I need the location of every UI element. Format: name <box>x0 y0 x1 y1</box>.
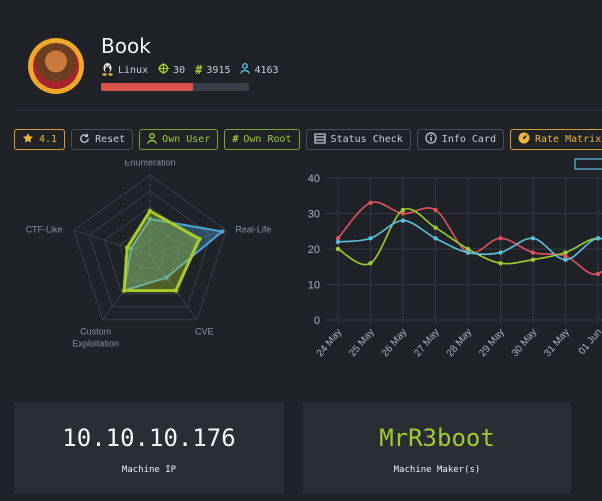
series-point <box>400 207 406 213</box>
series-line <box>337 201 602 276</box>
machine-maker-card: MrR3boot Machine Maker(s) <box>303 402 571 494</box>
own-root-button[interactable]: # Own Root <box>224 129 300 150</box>
series-point <box>595 271 601 277</box>
series-point <box>368 236 373 241</box>
x-tick-label: 27 May <box>412 327 442 359</box>
machine-maker-label: Machine Maker(s) <box>393 465 481 475</box>
own-user-label: Own User <box>162 134 211 145</box>
machine-progress-fill <box>101 83 193 91</box>
machine-avatar-image <box>33 43 79 89</box>
radar-axis-label: CVE <box>195 326 214 336</box>
series-point <box>563 257 568 262</box>
y-tick-label: 0 <box>314 315 320 327</box>
reset-button[interactable]: Reset <box>71 129 134 150</box>
machine-toolbar: 4.1 Reset Own User # Own Root Status Che… <box>14 129 602 150</box>
rate-matrix-button[interactable]: Rate Matrix <box>509 129 602 150</box>
target-icon <box>158 63 170 77</box>
linux-icon <box>101 62 114 79</box>
series-line <box>337 207 602 266</box>
own-user-button[interactable]: Own User <box>139 129 219 150</box>
gauge-icon <box>518 132 530 147</box>
radar-point <box>197 236 202 242</box>
user-icon <box>240 63 251 77</box>
user-icon <box>147 132 157 147</box>
series-point <box>595 236 601 241</box>
own-root-label: Own Root <box>243 134 292 145</box>
x-tick-label: 26 May <box>380 327 410 359</box>
radar-axis-label: Custom Exploitation <box>72 326 119 348</box>
series-point <box>530 257 536 262</box>
activity-line-chart: 0 10 20 30 40 24 May 25 May 26 May 27 May 28 May 2… <box>308 158 602 359</box>
series-point <box>433 207 438 213</box>
os-label: Linux <box>118 64 149 76</box>
info-card-button[interactable]: Info Card <box>416 129 504 150</box>
system-owns-value: 3915 <box>206 64 231 76</box>
section-divider <box>14 110 602 111</box>
series-point <box>335 246 341 252</box>
series-point <box>465 250 471 255</box>
series-point <box>400 218 406 223</box>
series-point <box>563 250 568 255</box>
series-point <box>433 225 438 230</box>
x-tick-label: 30 May <box>510 327 540 359</box>
series-point <box>498 261 503 266</box>
user-owns-value: 4163 <box>254 64 279 76</box>
radar-series-area <box>122 208 202 293</box>
y-tick-label: 20 <box>308 244 320 256</box>
machine-maker-value[interactable]: MrR3boot <box>303 424 571 452</box>
radar-point <box>220 229 225 234</box>
machine-ip-card: 10.10.10.176 Machine IP <box>14 402 284 494</box>
rating-value: 4.1 <box>39 134 58 145</box>
avatar <box>28 38 84 94</box>
rate-matrix-radar-chart: Enumeration Real-Life CVE Custom Exploitatio… <box>26 160 272 348</box>
x-tick-label: 31 May <box>542 327 572 359</box>
y-tick-label: 40 <box>308 173 320 185</box>
series-point <box>530 250 536 255</box>
machine-progress-bar <box>101 83 249 91</box>
x-tick-label: 28 May <box>445 327 475 359</box>
rating-button[interactable]: 4.1 <box>14 129 66 150</box>
info-card-label: Info Card <box>441 134 496 145</box>
series-point <box>433 236 438 241</box>
hash-icon: # <box>195 63 203 77</box>
hash-icon: # <box>232 134 239 145</box>
radar-point <box>147 208 153 214</box>
series-point <box>498 236 503 241</box>
machine-stats: Linux 30 # 3915 4163 <box>101 62 279 78</box>
x-tick-label: 25 May <box>347 327 377 359</box>
info-icon <box>425 132 437 147</box>
series-point <box>368 200 373 206</box>
series-point <box>498 250 503 255</box>
series-point <box>335 239 341 245</box>
radar-axis-label: CTF-Like <box>26 225 63 235</box>
x-tick-label: 24 May <box>315 327 345 359</box>
y-tick-label: 10 <box>308 280 320 292</box>
legend-box <box>574 158 602 170</box>
points-value: 30 <box>173 64 186 76</box>
x-tick-label: 29 May <box>477 327 507 359</box>
radar-axis-label: Enumeration <box>124 160 175 167</box>
series-point <box>530 236 536 241</box>
refresh-icon <box>79 133 90 147</box>
star-icon <box>22 132 34 147</box>
radar-point <box>124 245 130 250</box>
radar-point <box>173 288 179 293</box>
machine-ip-label: Machine IP <box>121 465 177 475</box>
x-tick-label: 01 Jun <box>577 327 602 357</box>
status-check-label: Status Check <box>330 134 403 145</box>
server-icon <box>313 132 326 147</box>
rate-matrix-label: Rate Matrix <box>534 134 602 145</box>
machine-ip-value[interactable]: 10.10.10.176 <box>14 424 284 452</box>
radar-axis-label: Real-Life <box>235 225 271 235</box>
radar-point <box>121 288 127 293</box>
y-tick-label: 30 <box>308 209 320 221</box>
reset-label: Reset <box>95 134 126 145</box>
series-point <box>368 261 373 266</box>
machine-name: Book <box>101 34 151 58</box>
status-check-button[interactable]: Status Check <box>305 129 411 150</box>
machine-profile: Book Linux 30 # 3915 4163 <box>0 0 602 110</box>
